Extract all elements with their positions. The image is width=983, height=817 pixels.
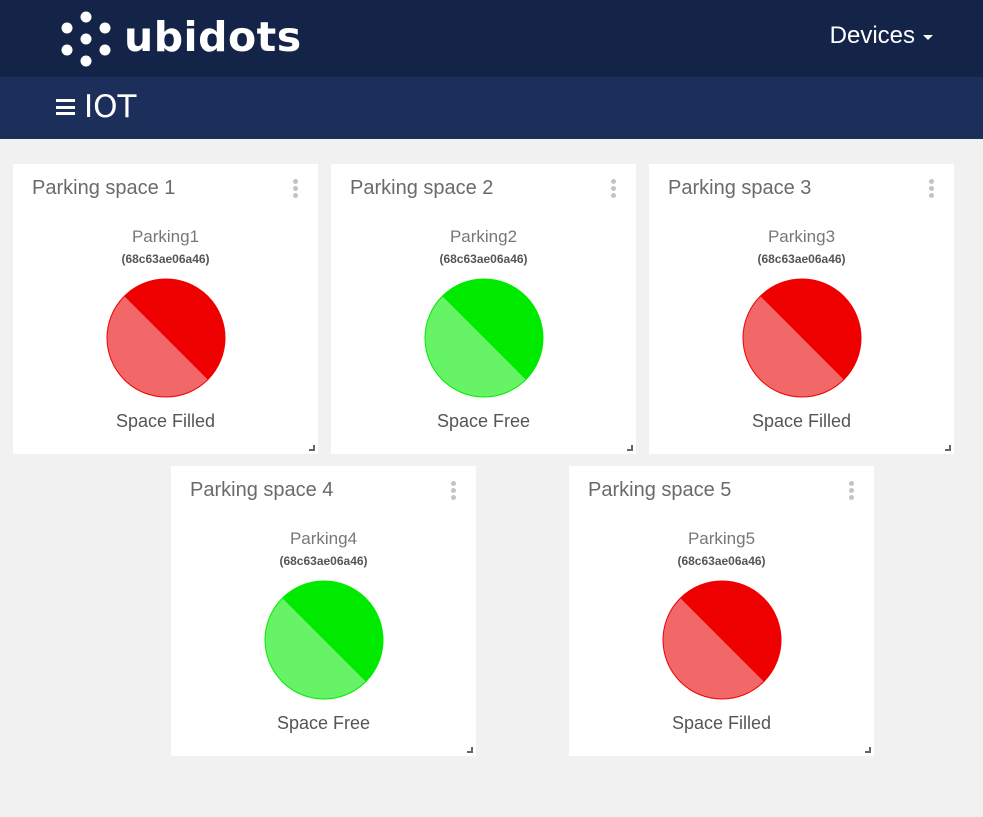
- widget-card[interactable]: Parking space 3 Parking3 (68c63ae06a46) …: [649, 164, 954, 454]
- resize-handle-icon[interactable]: [627, 445, 633, 451]
- status-text: Space Filled: [751, 411, 852, 431]
- status-indicator-icon: [662, 580, 782, 700]
- variable-id: (68c63ae06a46): [279, 554, 368, 568]
- status-indicator-icon: [264, 580, 384, 700]
- resize-handle-icon[interactable]: [865, 747, 871, 753]
- variable-name: Parking3: [767, 227, 836, 246]
- widget-card[interactable]: Parking space 5 Parking5 (68c63ae06a46) …: [569, 466, 874, 756]
- widget-title: Parking space 4: [190, 479, 334, 501]
- status-indicator-icon: [742, 278, 862, 398]
- variable-id: (68c63ae06a46): [757, 252, 846, 266]
- widget-title: Parking space 3: [668, 177, 812, 199]
- status-text: Space Free: [436, 411, 531, 431]
- ubidots-logo[interactable]: ubidots: [57, 11, 302, 67]
- kebab-menu-icon[interactable]: [449, 481, 457, 501]
- status-text: Space Free: [276, 713, 371, 733]
- widget-card[interactable]: Parking space 2 Parking2 (68c63ae06a46) …: [331, 164, 636, 454]
- resize-handle-icon[interactable]: [309, 445, 315, 451]
- widget-card[interactable]: Parking space 4 Parking4 (68c63ae06a46) …: [171, 466, 476, 756]
- widget-title: Parking space 5: [588, 479, 732, 501]
- kebab-menu-icon[interactable]: [927, 179, 935, 199]
- variable-name: Parking2: [449, 227, 518, 246]
- dashboard-header: IOT: [0, 77, 983, 139]
- resize-handle-icon[interactable]: [467, 747, 473, 753]
- widget-title: Parking space 1: [32, 177, 176, 199]
- variable-name: Parking4: [289, 529, 358, 548]
- logo-text: ubidots: [124, 13, 302, 61]
- caret-down-icon: [923, 35, 933, 40]
- variable-name: Parking1: [131, 227, 200, 246]
- status-text: Space Filled: [671, 713, 772, 733]
- top-navbar: ubidots Devices: [0, 0, 983, 77]
- widget-card[interactable]: Parking space 1 Parking1 (68c63ae06a46) …: [13, 164, 318, 454]
- hamburger-menu-icon[interactable]: [56, 99, 75, 115]
- resize-handle-icon[interactable]: [945, 445, 951, 451]
- variable-id: (68c63ae06a46): [677, 554, 766, 568]
- variable-name: Parking5: [687, 529, 756, 548]
- widget-title: Parking space 2: [350, 177, 494, 199]
- variable-id: (68c63ae06a46): [439, 252, 528, 266]
- kebab-menu-icon[interactable]: [609, 179, 617, 199]
- ubidots-dots-icon: [61, 11, 111, 67]
- devices-dropdown[interactable]: Devices: [830, 22, 933, 50]
- status-text: Space Filled: [115, 411, 216, 431]
- dashboard-title: IOT: [84, 89, 137, 125]
- devices-label: Devices: [829, 22, 915, 49]
- status-indicator-icon: [106, 278, 226, 398]
- variable-id: (68c63ae06a46): [121, 252, 210, 266]
- kebab-menu-icon[interactable]: [291, 179, 299, 199]
- kebab-menu-icon[interactable]: [847, 481, 855, 501]
- status-indicator-icon: [424, 278, 544, 398]
